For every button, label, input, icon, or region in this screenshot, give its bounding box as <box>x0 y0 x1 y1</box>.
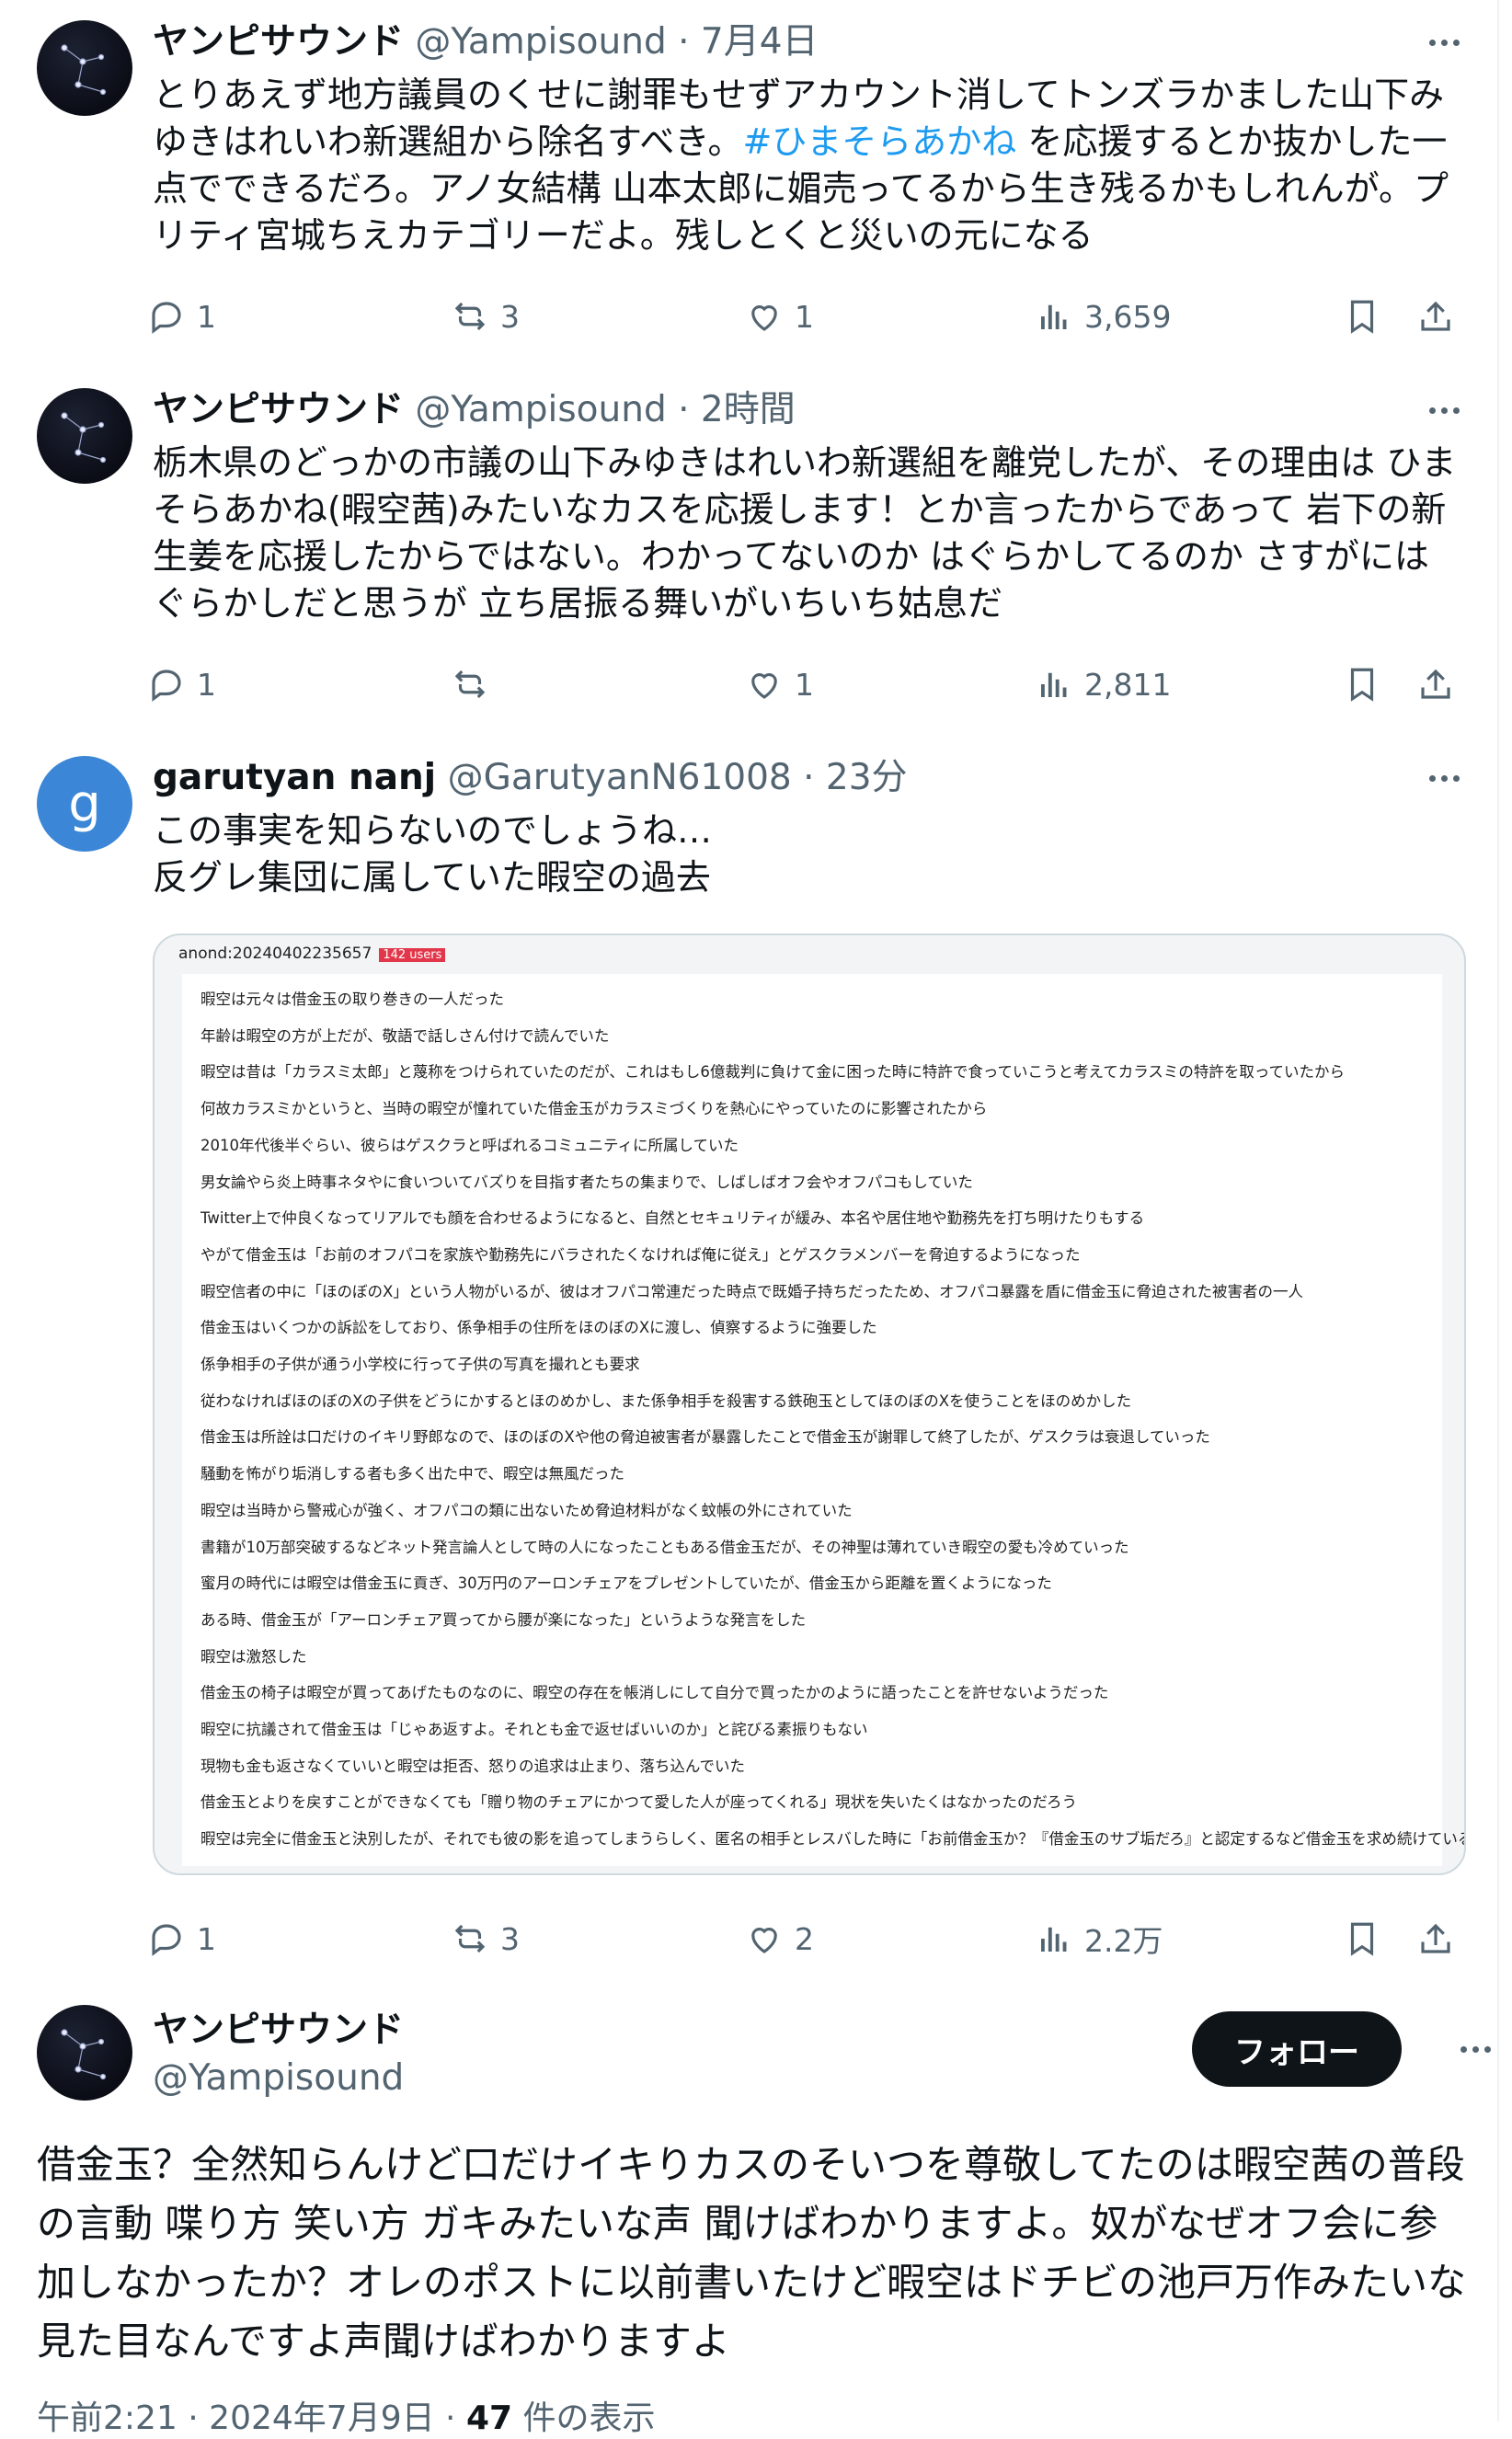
bookmark-icon <box>1350 1922 1374 1956</box>
avatar[interactable] <box>37 2005 132 2101</box>
image-text-line: 何故カラスミかというと、当時の暇空が憧れていた借金玉がカラスミづくりを熱心にやっ… <box>200 1100 988 1118</box>
image-text-line: Twitter上で仲良くなってリアルでも顔を合わせるようになると、自然とセキュリ… <box>200 1209 1145 1228</box>
image-text-line: 暇空は激怒した <box>200 1647 307 1666</box>
views-count: 2.2万 <box>1084 1923 1163 1959</box>
post-text: この事実を知らないのでしょうね… 反グレ集団に属していた暇空の過去 <box>153 810 713 898</box>
post-metadata: 午前2:21 · 2024年7月9日 · 47 件の表示 <box>37 2391 656 2439</box>
reply-count: 1 <box>197 1920 216 1957</box>
like-button[interactable]: 2 <box>745 1911 814 1966</box>
image-text-line: 借金玉はいくつかの訴訟をしており、係争相手の住所をほのぼのXに渡し、偵察するよう… <box>200 1319 877 1337</box>
image-header: anond:20240402235657 142 users <box>178 945 446 963</box>
post-header: garutyan nanj @GarutyanN61008 · 23分 <box>153 756 908 800</box>
bookmark-button[interactable] <box>1343 1911 1381 1966</box>
main-post-text: 借金玉？全然知らんけど口だけイキりカスのそいつを尊敬してたのは暇空茜の普段の言動… <box>37 2142 1467 2364</box>
image-text-line: 現物も金も返さなくていいと暇空は拒否、怒りの追求は止まり、落ち込んでいた <box>200 1757 746 1775</box>
image-text-line: 従わなければほのぼのXの子供をどうにかするとほのめかし、また係争相手を殺害する鉄… <box>200 1391 1132 1410</box>
image-text-line: 暇空は昔は「カラスミ太郎」と蔑称をつけられていたのだが、これはもし6億裁判に負け… <box>200 1063 1346 1082</box>
image-text-line: 暇空は当時から警戒心が強く、オフパコの類に出ないため脅迫材料がなく蚊帳の外にされ… <box>200 1501 853 1519</box>
image-text-line: 年齢は暇空の方が上だが、敬語で話しさん付けで読んでいた <box>200 1026 610 1045</box>
image-text-line: 暇空信者の中に「ほのぼのX」という人物がいるが、彼はオフパコ常連だった時点で既婚… <box>200 1282 1303 1300</box>
handle[interactable]: @GarutyanN61008 <box>448 757 792 798</box>
image-text-line: 暇空は完全に借金玉と決別したが、それでも彼の影を追ってしまうらしく、匿名の相手と… <box>200 1830 1466 1849</box>
image-text-line: 蜜月の時代には暇空は借金玉に貢ぎ、30万円のアーロンチェアをプレゼントしていたが… <box>200 1574 1052 1593</box>
handle[interactable]: @Yampisound <box>153 2055 404 2102</box>
post-3[interactable]: g garutyan nanj @GarutyanN61008 · 23分 この… <box>0 0 1481 1968</box>
repost-icon <box>454 1924 486 1953</box>
more-icon[interactable] <box>1416 760 1472 796</box>
display-name[interactable]: ヤンピサウンド <box>153 2007 404 2055</box>
repost-count: 3 <box>500 1920 520 1957</box>
view-count[interactable]: 47 <box>466 2399 512 2437</box>
share-button[interactable] <box>1416 1911 1455 1966</box>
attached-image[interactable]: anond:20240402235657 142 users 暇空は元々は借金玉の… <box>153 933 1466 1875</box>
post-time[interactable]: 午前2:21 · 2024年7月9日 · <box>37 2399 466 2437</box>
like-count: 2 <box>795 1920 814 1957</box>
views-icon <box>1041 1927 1067 1952</box>
follow-button[interactable]: フォロー <box>1192 2011 1402 2087</box>
image-text-line: 暇空は元々は借金玉の取り巻きの一人だった <box>200 990 504 1008</box>
image-text-line: 借金玉とよりを戻すことができなくても「贈り物のチェアにかつて愛した人が座ってくれ… <box>200 1793 1078 1812</box>
share-icon <box>1421 1923 1450 1953</box>
image-text-line: 騒動を怖がり垢消しする者も多く出た中で、暇空は無風だった <box>200 1465 625 1483</box>
post-actions: 1 3 2 2.2万 <box>147 1911 1462 1966</box>
image-text-line: 書籍が10万部突破するなどネット発言論人として時の人になったこともある借金玉だが… <box>200 1538 1129 1556</box>
view-label: 件の表示 <box>512 2399 656 2437</box>
display-name[interactable]: garutyan nanj <box>153 757 436 798</box>
more-icon[interactable] <box>1448 2031 1503 2067</box>
views-button[interactable]: 2.2万 <box>1035 1911 1163 1966</box>
reply-icon <box>152 1924 181 1956</box>
timestamp[interactable]: · 23分 <box>803 757 907 798</box>
image-text-line: 暇空に抗議されて借金玉は「じゃあ返すよ。それとも金で返せばいいのか」と詫びる素振… <box>200 1721 868 1738</box>
image-text-line: 借金玉の椅子は暇空が買ってあげたものなのに、暇空の存在を帳消しにして自分で買った… <box>200 1684 1109 1702</box>
image-text-line: 男女論やら炎上時事ネタやに食いついてバズりを目指す者たちの集まりで、しばしばオフ… <box>200 1173 973 1191</box>
users-badge: 142 users <box>379 948 446 962</box>
image-text-line: やがて借金玉は「お前のオフパコを家族や勤務先にバラされたくなければ俺に従え」とゲ… <box>200 1245 1081 1264</box>
image-text-line: 2010年代後半ぐらい、彼らはゲスクラと呼ばれるコミュニティに所属していた <box>200 1136 739 1154</box>
main-post-author: ヤンピサウンド @Yampisound <box>153 2007 404 2102</box>
like-icon <box>751 1928 777 1953</box>
image-text-line: 借金玉は所詮は口だけのイキリ野郎なので、ほのぼのXや他の脅迫被害者が暴露したこと… <box>200 1428 1210 1447</box>
image-text-line: ある時、借金玉が「アーロンチェア買ってから腰が楽になった」というような発言をした <box>200 1610 807 1629</box>
reply-button[interactable]: 1 <box>147 1911 216 1966</box>
image-text-area: 暇空は元々は借金玉の取り巻きの一人だった年齢は暇空の方が上だが、敬語で話しさん付… <box>182 974 1464 1866</box>
repost-button[interactable]: 3 <box>451 1911 520 1966</box>
avatar[interactable]: g <box>37 756 132 852</box>
image-text-line: 係争相手の子供が通う小学校に行って子供の写真を撮れとも要求 <box>200 1356 640 1373</box>
